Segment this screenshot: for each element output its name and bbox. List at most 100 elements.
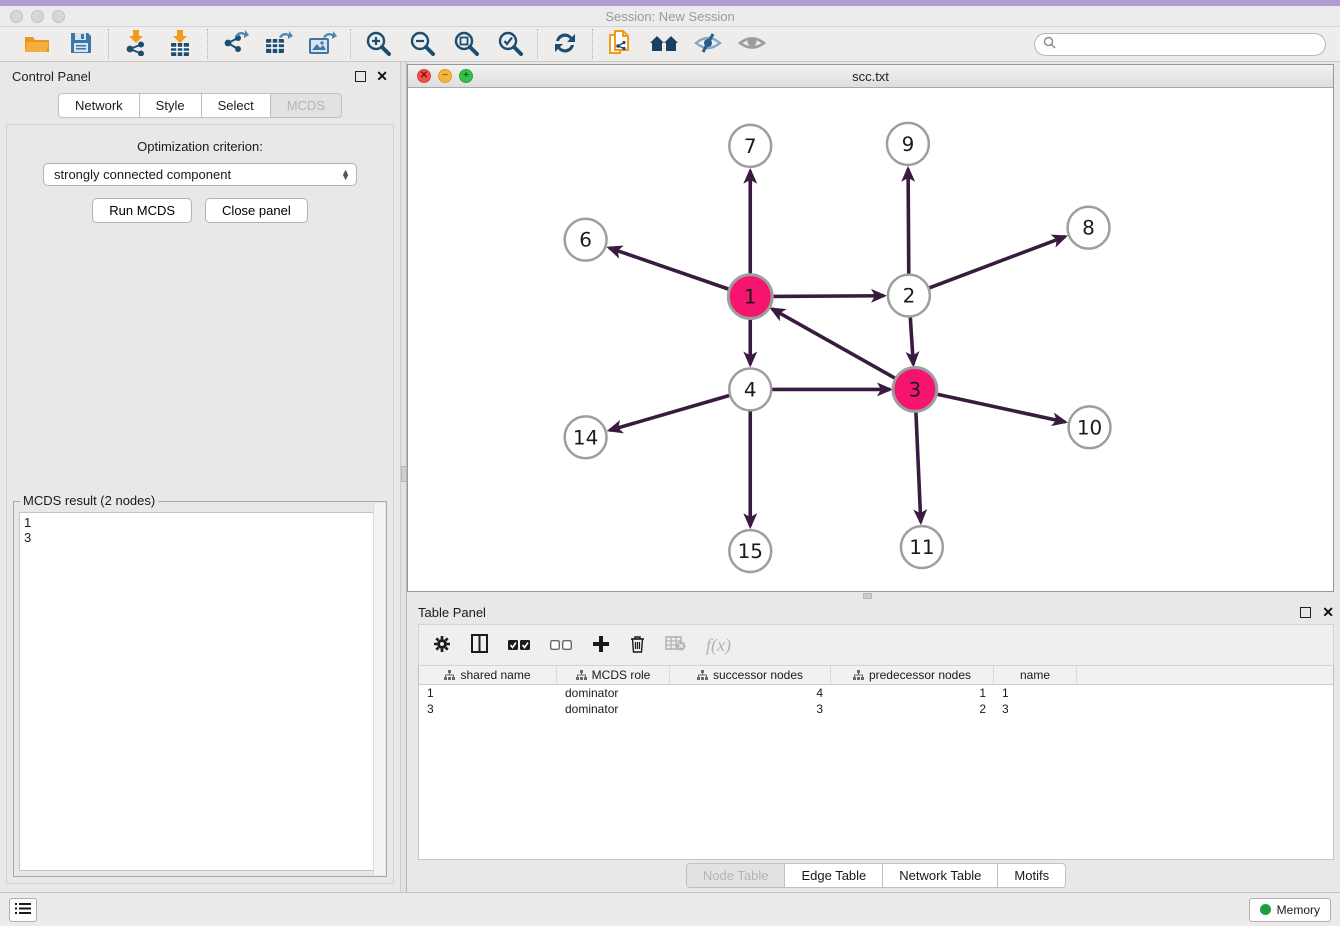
tab-network[interactable]: Network xyxy=(58,93,139,118)
tab-select[interactable]: Select xyxy=(201,93,270,118)
cell-predecessor-nodes[interactable]: 2 xyxy=(831,702,994,716)
export-image-button[interactable] xyxy=(308,29,338,59)
export-image-icon xyxy=(309,30,337,59)
zoom-out-icon xyxy=(409,30,435,59)
zoom-selected-button[interactable] xyxy=(495,29,525,59)
function-builder-button[interactable]: f(x) xyxy=(706,635,731,656)
column-header-mcds-role[interactable]: MCDS role xyxy=(557,666,670,684)
delete-table-icon xyxy=(665,636,686,654)
export-network-button[interactable] xyxy=(220,29,250,59)
node-label-4: 4 xyxy=(744,377,757,401)
tab-mcds[interactable]: MCDS xyxy=(270,93,342,118)
zoom-in-button[interactable] xyxy=(363,29,393,59)
tab-style[interactable]: Style xyxy=(139,93,201,118)
fx-icon: f(x) xyxy=(706,635,731,656)
edge-4-14[interactable] xyxy=(610,395,731,430)
delete-column-button[interactable] xyxy=(630,635,645,656)
export-table-button[interactable] xyxy=(264,29,294,59)
edge-1-2[interactable] xyxy=(771,296,884,297)
node-label-2: 2 xyxy=(903,284,916,308)
refresh-button[interactable] xyxy=(550,29,580,59)
tab-edge-table[interactable]: Edge Table xyxy=(784,863,882,888)
optimization-criterion-label: Optimization criterion: xyxy=(7,139,393,154)
edge-2-3[interactable] xyxy=(910,317,913,365)
cell-mcds-role[interactable]: dominator xyxy=(557,686,670,700)
mcds-panel: Optimization criterion: strongly connect… xyxy=(6,124,394,884)
columns-icon xyxy=(471,634,488,656)
first-neighbors-icon[interactable] xyxy=(649,29,679,59)
result-scrollbar[interactable] xyxy=(373,503,385,875)
deselect-all-button[interactable] xyxy=(550,638,572,653)
cell-shared-name[interactable]: 3 xyxy=(419,702,557,716)
tab-network-table[interactable]: Network Table xyxy=(882,863,997,888)
mcds-result-text[interactable]: 1 3 xyxy=(19,512,381,871)
vertical-splitter[interactable] xyxy=(400,62,407,892)
table-row[interactable]: 1 dominator 4 1 1 xyxy=(419,685,1333,701)
edge-2-9[interactable] xyxy=(908,169,909,275)
tab-motifs[interactable]: Motifs xyxy=(997,863,1066,888)
task-history-button[interactable] xyxy=(9,898,37,922)
memory-button[interactable]: Memory xyxy=(1249,898,1331,922)
zoom-in-icon xyxy=(365,30,391,59)
main-toolbar xyxy=(0,27,1340,62)
column-type-icon xyxy=(444,670,455,681)
clone-network-button[interactable] xyxy=(605,29,635,59)
edge-3-10[interactable] xyxy=(935,394,1065,422)
select-all-button[interactable] xyxy=(508,638,530,653)
cell-name[interactable]: 3 xyxy=(994,702,1077,716)
horizontal-splitter[interactable] xyxy=(407,592,1340,600)
column-header-predecessor-nodes[interactable]: predecessor nodes xyxy=(831,666,994,684)
node-table[interactable]: shared name MCDS role successor nodes pr… xyxy=(418,666,1334,860)
network-window-titlebar[interactable]: ✕ − + scc.txt xyxy=(408,65,1333,88)
run-mcds-button[interactable]: Run MCDS xyxy=(92,198,192,223)
import-table-button[interactable] xyxy=(165,29,195,59)
network-view-window: ✕ − + scc.txt 79681243141015 xyxy=(407,64,1334,592)
node-label-15: 15 xyxy=(738,539,763,563)
show-panel-button[interactable] xyxy=(737,29,767,59)
search-input[interactable] xyxy=(1061,37,1317,51)
edge-3-11[interactable] xyxy=(916,410,921,522)
close-panel-icon[interactable]: ✕ xyxy=(376,71,388,82)
column-header-name[interactable]: name xyxy=(994,666,1077,684)
add-column-button[interactable] xyxy=(592,635,610,656)
network-canvas[interactable]: 7968124314101511 xyxy=(408,88,1333,591)
control-panel: Control Panel ✕ Network Style Select MCD… xyxy=(0,62,400,892)
export-network-icon xyxy=(221,30,249,59)
edge-2-8[interactable] xyxy=(929,237,1066,289)
tab-node-table[interactable]: Node Table xyxy=(686,863,785,888)
column-header-shared-name[interactable]: shared name xyxy=(419,666,557,684)
search-box[interactable] xyxy=(1034,33,1326,56)
table-row[interactable]: 3 dominator 3 2 3 xyxy=(419,701,1333,717)
close-panel-icon[interactable]: ✕ xyxy=(1322,607,1334,618)
save-session-button[interactable] xyxy=(66,29,96,59)
delete-table-button[interactable] xyxy=(665,636,686,654)
zoom-fit-button[interactable] xyxy=(451,29,481,59)
table-settings-button[interactable] xyxy=(433,635,451,656)
edge-1-6[interactable] xyxy=(609,248,730,290)
node-label-10: 10 xyxy=(1077,415,1102,439)
close-panel-button[interactable]: Close panel xyxy=(205,198,308,223)
zoom-out-button[interactable] xyxy=(407,29,437,59)
criterion-dropdown[interactable]: strongly connected component ▲▼ xyxy=(43,163,357,186)
import-network-button[interactable] xyxy=(121,29,151,59)
edge-3-1[interactable] xyxy=(772,309,897,379)
cell-shared-name[interactable]: 1 xyxy=(419,686,557,700)
splitter-grip[interactable] xyxy=(863,593,872,599)
open-session-button[interactable] xyxy=(22,29,52,59)
hide-panel-button[interactable] xyxy=(693,29,723,59)
show-columns-button[interactable] xyxy=(471,634,488,656)
column-type-icon xyxy=(853,670,864,681)
cell-mcds-role[interactable]: dominator xyxy=(557,702,670,716)
clone-network-icon xyxy=(607,29,633,60)
cell-successor-nodes[interactable]: 3 xyxy=(670,702,831,716)
trash-icon xyxy=(630,635,645,656)
table-panel-header: Table Panel ✕ xyxy=(418,600,1334,624)
float-panel-icon[interactable] xyxy=(1300,607,1311,618)
cell-successor-nodes[interactable]: 4 xyxy=(670,686,831,700)
splitter-grip[interactable] xyxy=(401,466,407,482)
mac-titlebar: Session: New Session xyxy=(0,0,1340,27)
cell-predecessor-nodes[interactable]: 1 xyxy=(831,686,994,700)
column-header-successor-nodes[interactable]: successor nodes xyxy=(670,666,831,684)
cell-name[interactable]: 1 xyxy=(994,686,1077,700)
float-panel-icon[interactable] xyxy=(355,71,366,82)
